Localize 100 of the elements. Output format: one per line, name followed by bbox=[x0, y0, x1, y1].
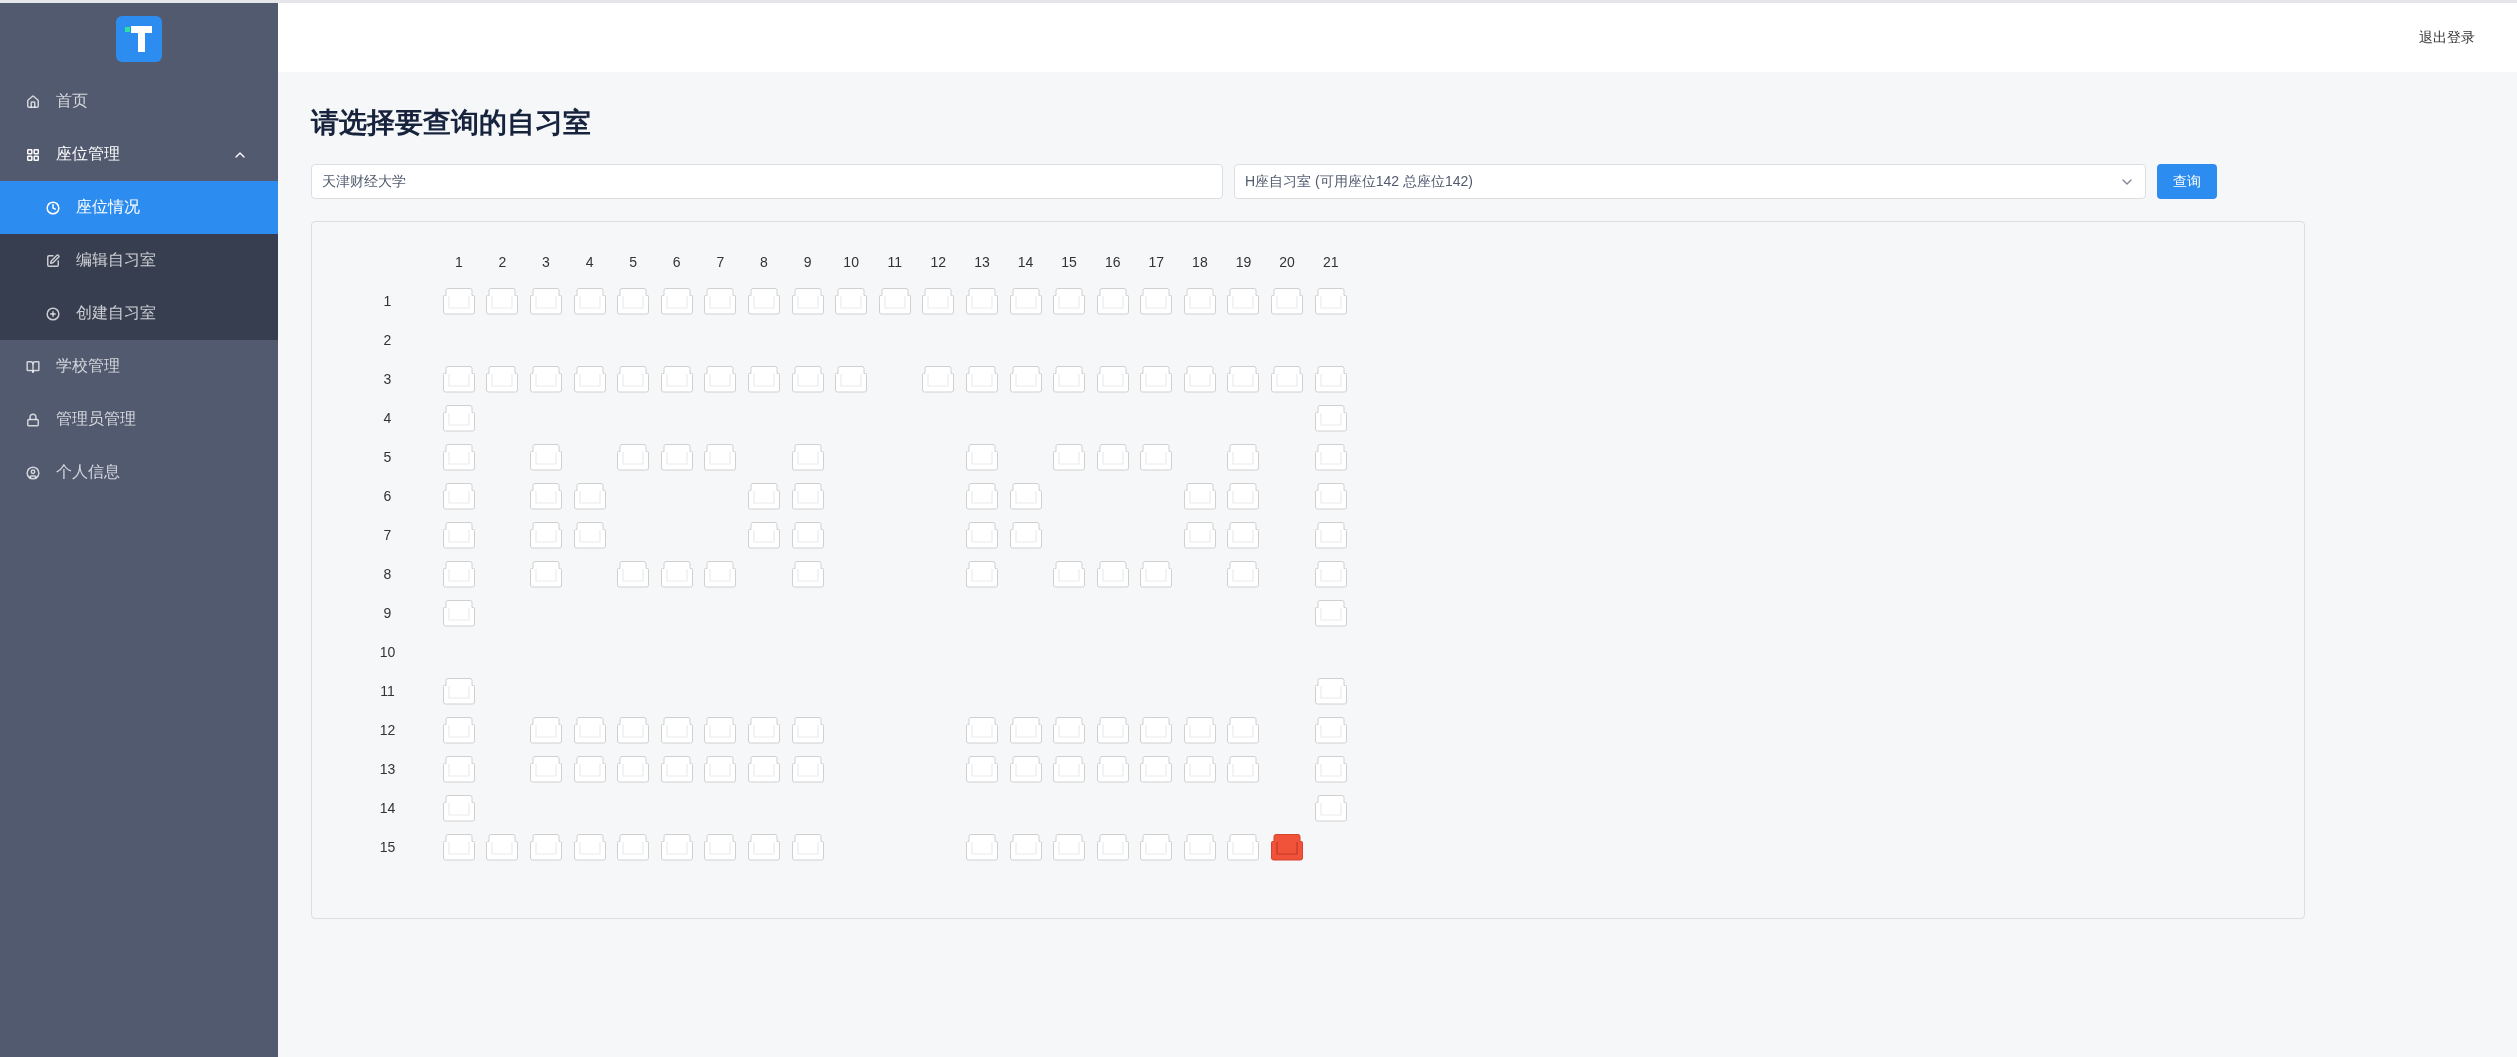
seat-icon[interactable] bbox=[617, 286, 650, 315]
seat-icon[interactable] bbox=[530, 715, 562, 744]
seat-icon[interactable] bbox=[1183, 832, 1216, 861]
seat-icon[interactable] bbox=[922, 364, 955, 393]
seat-icon[interactable] bbox=[617, 364, 650, 393]
logout-link[interactable]: 退出登录 bbox=[2419, 28, 2475, 47]
seat-icon[interactable] bbox=[965, 832, 998, 861]
seat-icon[interactable] bbox=[530, 754, 562, 783]
seat-icon[interactable] bbox=[747, 715, 780, 744]
seat-icon[interactable] bbox=[1009, 754, 1042, 783]
seat-icon[interactable] bbox=[965, 715, 998, 744]
seat-icon[interactable] bbox=[1096, 286, 1129, 315]
seat-icon[interactable] bbox=[835, 286, 868, 315]
room-select[interactable]: H座自习室 (可用座位142 总座位142) bbox=[1234, 164, 2146, 199]
seat-icon[interactable] bbox=[1227, 481, 1260, 510]
sidebar-item[interactable]: 创建自习室 bbox=[0, 287, 278, 340]
seat-icon[interactable] bbox=[1227, 520, 1260, 549]
seat-icon[interactable] bbox=[1140, 442, 1173, 471]
seat-icon[interactable] bbox=[704, 832, 737, 861]
seat-icon[interactable] bbox=[704, 364, 737, 393]
seat-icon[interactable] bbox=[1183, 481, 1216, 510]
seat-icon[interactable] bbox=[573, 364, 606, 393]
seat-icon[interactable] bbox=[791, 715, 824, 744]
seat-icon[interactable] bbox=[704, 754, 737, 783]
seat-icon[interactable] bbox=[1009, 481, 1042, 510]
seat-icon[interactable] bbox=[1314, 481, 1347, 510]
seat-icon[interactable] bbox=[486, 286, 519, 315]
seat-icon[interactable] bbox=[442, 598, 475, 627]
seat-icon[interactable] bbox=[1314, 286, 1347, 315]
seat-icon[interactable] bbox=[965, 754, 998, 783]
seat-icon[interactable] bbox=[660, 715, 693, 744]
seat-icon[interactable] bbox=[747, 754, 780, 783]
occupied-seat-icon[interactable] bbox=[1271, 832, 1304, 861]
seat-icon[interactable] bbox=[442, 676, 475, 705]
seat-icon[interactable] bbox=[1227, 715, 1260, 744]
seat-icon[interactable] bbox=[617, 715, 650, 744]
seat-icon[interactable] bbox=[791, 364, 824, 393]
seat-icon[interactable] bbox=[530, 286, 562, 315]
seat-icon[interactable] bbox=[1227, 559, 1260, 588]
seat-icon[interactable] bbox=[791, 481, 824, 510]
seat-icon[interactable] bbox=[1140, 559, 1173, 588]
seat-icon[interactable] bbox=[965, 364, 998, 393]
seat-icon[interactable] bbox=[442, 832, 475, 861]
seat-icon[interactable] bbox=[617, 559, 650, 588]
seat-icon[interactable] bbox=[1096, 559, 1129, 588]
seat-icon[interactable] bbox=[530, 442, 562, 471]
seat-icon[interactable] bbox=[573, 286, 606, 315]
seat-icon[interactable] bbox=[704, 559, 737, 588]
seat-icon[interactable] bbox=[922, 286, 955, 315]
seat-icon[interactable] bbox=[1314, 676, 1347, 705]
seat-icon[interactable] bbox=[660, 286, 693, 315]
seat-icon[interactable] bbox=[1314, 442, 1347, 471]
seat-icon[interactable] bbox=[704, 442, 737, 471]
seat-icon[interactable] bbox=[486, 364, 519, 393]
seat-icon[interactable] bbox=[617, 442, 650, 471]
seat-icon[interactable] bbox=[1183, 754, 1216, 783]
seat-icon[interactable] bbox=[1096, 364, 1129, 393]
sidebar-item[interactable]: 编辑自习室 bbox=[0, 234, 278, 287]
seat-icon[interactable] bbox=[1227, 754, 1260, 783]
seat-icon[interactable] bbox=[791, 442, 824, 471]
seat-icon[interactable] bbox=[660, 442, 693, 471]
seat-icon[interactable] bbox=[1140, 286, 1173, 315]
seat-icon[interactable] bbox=[1314, 559, 1347, 588]
seat-icon[interactable] bbox=[965, 442, 998, 471]
seat-icon[interactable] bbox=[747, 832, 780, 861]
seat-icon[interactable] bbox=[1314, 754, 1347, 783]
seat-icon[interactable] bbox=[442, 520, 475, 549]
seat-icon[interactable] bbox=[1314, 715, 1347, 744]
seat-icon[interactable] bbox=[791, 754, 824, 783]
seat-icon[interactable] bbox=[791, 286, 824, 315]
seat-icon[interactable] bbox=[747, 286, 780, 315]
seat-icon[interactable] bbox=[965, 559, 998, 588]
seat-icon[interactable] bbox=[573, 754, 606, 783]
seat-icon[interactable] bbox=[530, 520, 562, 549]
seat-icon[interactable] bbox=[617, 754, 650, 783]
seat-icon[interactable] bbox=[530, 364, 562, 393]
seat-icon[interactable] bbox=[1053, 832, 1086, 861]
seat-icon[interactable] bbox=[1009, 364, 1042, 393]
sidebar-item[interactable]: 管理员管理 bbox=[0, 393, 278, 446]
seat-icon[interactable] bbox=[1314, 598, 1347, 627]
seat-icon[interactable] bbox=[747, 520, 780, 549]
sidebar-item[interactable]: 首页 bbox=[0, 75, 278, 128]
seat-icon[interactable] bbox=[660, 832, 693, 861]
seat-icon[interactable] bbox=[1140, 715, 1173, 744]
seat-icon[interactable] bbox=[1314, 364, 1347, 393]
seat-icon[interactable] bbox=[1271, 286, 1304, 315]
seat-icon[interactable] bbox=[573, 520, 606, 549]
seat-icon[interactable] bbox=[530, 481, 562, 510]
seat-icon[interactable] bbox=[965, 520, 998, 549]
seat-icon[interactable] bbox=[660, 364, 693, 393]
seat-icon[interactable] bbox=[1096, 442, 1129, 471]
seat-icon[interactable] bbox=[1227, 364, 1260, 393]
seat-icon[interactable] bbox=[1183, 364, 1216, 393]
seat-icon[interactable] bbox=[791, 520, 824, 549]
seat-icon[interactable] bbox=[704, 715, 737, 744]
seat-icon[interactable] bbox=[1140, 364, 1173, 393]
sidebar-item[interactable]: 学校管理 bbox=[0, 340, 278, 393]
seat-icon[interactable] bbox=[442, 286, 475, 315]
seat-icon[interactable] bbox=[1271, 364, 1304, 393]
school-field[interactable]: 天津财经大学 bbox=[311, 164, 1223, 199]
